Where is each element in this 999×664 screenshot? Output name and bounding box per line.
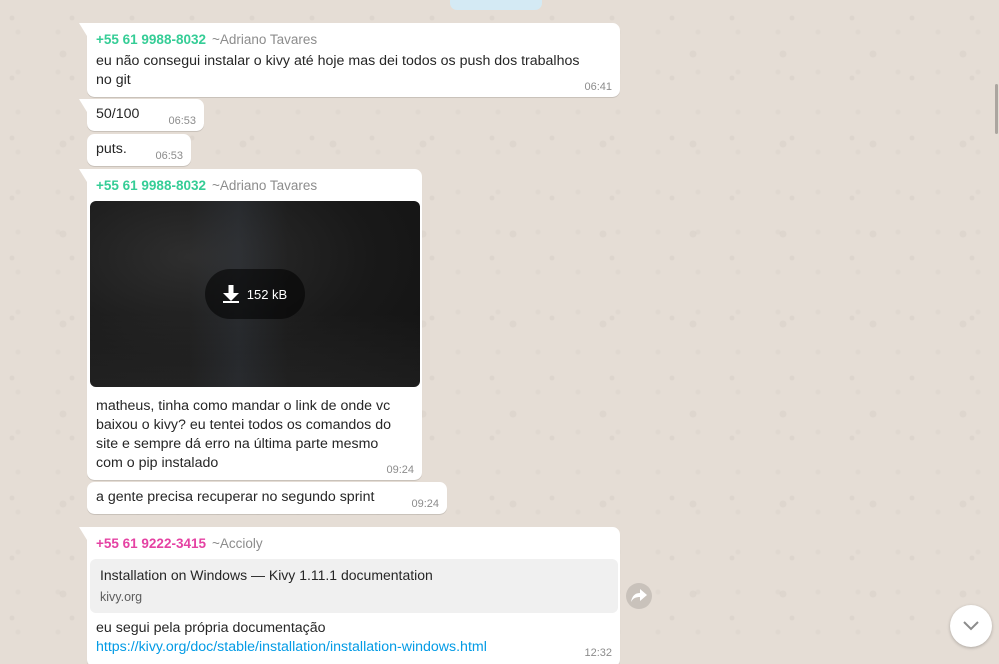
message-line: matheus, tinha como mandar o link de ond… — [96, 398, 391, 414]
message-time: 06:53 — [155, 150, 183, 162]
link-preview-title: Installation on Windows — Kivy 1.11.1 do… — [100, 567, 433, 583]
download-size: 152 kB — [246, 286, 288, 302]
link-preview[interactable]: Installation on Windows — Kivy 1.11.1 do… — [90, 559, 618, 613]
message-time: 06:53 — [168, 115, 196, 127]
message-text: puts. — [96, 141, 127, 157]
message-line: eu segui pela própria documentação — [96, 620, 326, 636]
forward-arrow-icon — [631, 589, 647, 602]
chevron-down-icon — [963, 621, 979, 631]
message-sender[interactable]: +55 61 9988-8032 ~Adriano Tavares — [96, 32, 317, 47]
message-text: a gente precisa recuperar no segundo spr… — [96, 489, 375, 505]
message-link[interactable]: https://kivy.org/doc/stable/installation… — [96, 638, 487, 657]
message-bubble[interactable]: +55 61 9988-8032 ~Adriano Tavares 152 kB … — [79, 169, 422, 480]
forward-button[interactable] — [626, 583, 652, 609]
message-time: 09:24 — [411, 498, 439, 510]
message-bubble[interactable]: +55 61 9222-3415 ~Accioly Installation on… — [79, 527, 620, 664]
previous-message-fragment — [450, 0, 542, 10]
image-thumbnail[interactable]: 152 kB — [90, 201, 420, 387]
message-line: com o pip instalado — [96, 455, 219, 471]
message-time: 06:41 — [584, 81, 612, 93]
message-bubble[interactable]: a gente precisa recuperar no segundo spr… — [87, 482, 447, 514]
message-bubble[interactable]: puts. 06:53 — [87, 134, 191, 166]
message-time: 12:32 — [584, 647, 612, 659]
sender-phone[interactable]: +55 61 9988-8032 — [96, 32, 206, 47]
message-line: eu não consegui instalar o kivy até hoje… — [96, 53, 580, 69]
message-text: eu não consegui instalar o kivy até hoje… — [96, 52, 579, 90]
scroll-down-button[interactable] — [950, 605, 992, 647]
download-arrow-icon — [222, 285, 239, 303]
message-line: baixou o kivy? eu tentei todos os comand… — [96, 417, 391, 433]
message-text: eu segui pela própria documentação https… — [96, 619, 487, 657]
message-sender[interactable]: +55 61 9222-3415 ~Accioly — [96, 536, 263, 551]
message-bubble[interactable]: 50/100 06:53 — [79, 99, 204, 131]
message-time: 09:24 — [386, 464, 414, 476]
message-line: site e sempre dá erro na última parte me… — [96, 436, 379, 452]
message-sender[interactable]: +55 61 9988-8032 ~Adriano Tavares — [96, 178, 317, 193]
sender-phone[interactable]: +55 61 9222-3415 — [96, 536, 206, 551]
download-button[interactable]: 152 kB — [205, 269, 305, 319]
sender-phone[interactable]: +55 61 9988-8032 — [96, 178, 206, 193]
message-text: matheus, tinha como mandar o link de ond… — [96, 397, 391, 473]
sender-alias: ~Adriano Tavares — [211, 178, 318, 193]
message-line: no git — [96, 72, 131, 88]
sender-alias: ~Accioly — [211, 536, 263, 551]
link-preview-domain: kivy.org — [100, 590, 143, 604]
message-text: 50/100 — [96, 106, 140, 122]
message-bubble[interactable]: +55 61 9988-8032 ~Adriano Tavares eu não … — [79, 23, 620, 97]
sender-alias: ~Adriano Tavares — [211, 32, 318, 47]
scrollbar-thumb[interactable] — [995, 84, 998, 134]
